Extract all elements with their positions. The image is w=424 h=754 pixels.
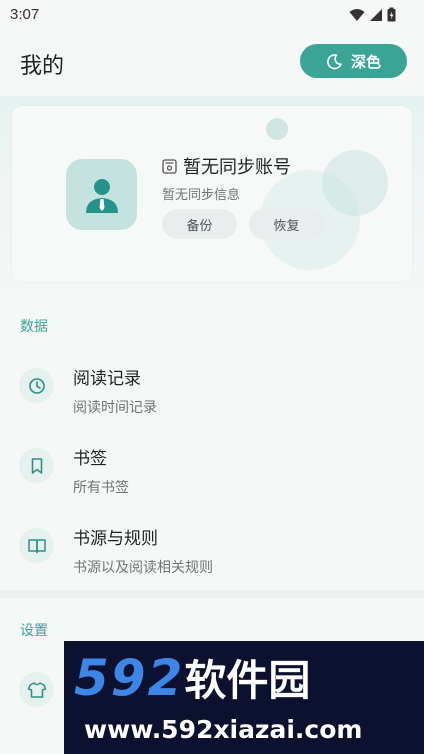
list-item-reading-history[interactable]: 阅读记录 阅读时间记录 (0, 354, 424, 434)
shirt-icon (19, 672, 54, 707)
dark-mode-button[interactable]: 深色 (300, 44, 407, 78)
backup-button[interactable]: 备份 (162, 209, 237, 239)
list-item-book-sources[interactable]: 书源与规则 书源以及阅读相关规则 (0, 514, 424, 594)
section-title-settings: 设置 (20, 623, 48, 639)
list-item-subtitle: 阅读时间记录 (73, 400, 157, 416)
list-item-bookmarks[interactable]: 书签 所有书签 (0, 434, 424, 514)
battery-icon (387, 7, 396, 22)
signal-icon (370, 8, 382, 21)
dark-mode-label: 深色 (350, 52, 381, 71)
watermark-digits: 592 (74, 649, 185, 707)
watermark-brand-text: 软件园 (184, 656, 311, 705)
list-item-title: 阅读记录 (73, 369, 141, 389)
bookmark-icon (19, 448, 54, 483)
list-item-title: 书源与规则 (73, 529, 158, 549)
avatar[interactable] (66, 159, 137, 230)
page-title: 我的 (20, 54, 65, 79)
list-item-subtitle: 书源以及阅读相关规则 (73, 560, 213, 576)
watermark-banner: 592软件园 www.592xiazai.com (64, 641, 424, 754)
account-card: 暂无同步账号 暂无同步信息 备份 恢复 (12, 106, 412, 282)
restore-label: 恢复 (273, 218, 300, 234)
backup-label: 备份 (186, 218, 213, 234)
book-icon (19, 528, 54, 563)
status-icons (349, 7, 396, 22)
watermark-logo: 592软件园 (74, 647, 310, 708)
section-divider (0, 590, 424, 598)
account-title-text: 暂无同步账号 (183, 157, 291, 178)
status-bar: 3:07 (0, 0, 424, 30)
status-time: 3:07 (10, 6, 40, 23)
user-avatar-icon (85, 178, 118, 213)
section-title-data: 数据 (20, 319, 48, 335)
account-sync-icon (162, 158, 177, 174)
account-subtitle: 暂无同步信息 (162, 188, 241, 203)
moon-icon (327, 53, 342, 69)
wifi-icon (349, 8, 365, 21)
list-item-subtitle: 所有书签 (73, 480, 129, 496)
watermark-url: www.592xiazai.com (84, 715, 363, 744)
clock-icon (19, 368, 54, 403)
app-bar: 我的 深色 (0, 30, 424, 94)
list-item-title: 书签 (73, 449, 107, 469)
decor-circle (266, 118, 288, 140)
restore-button[interactable]: 恢复 (249, 209, 324, 239)
account-title[interactable]: 暂无同步账号 (162, 153, 291, 179)
